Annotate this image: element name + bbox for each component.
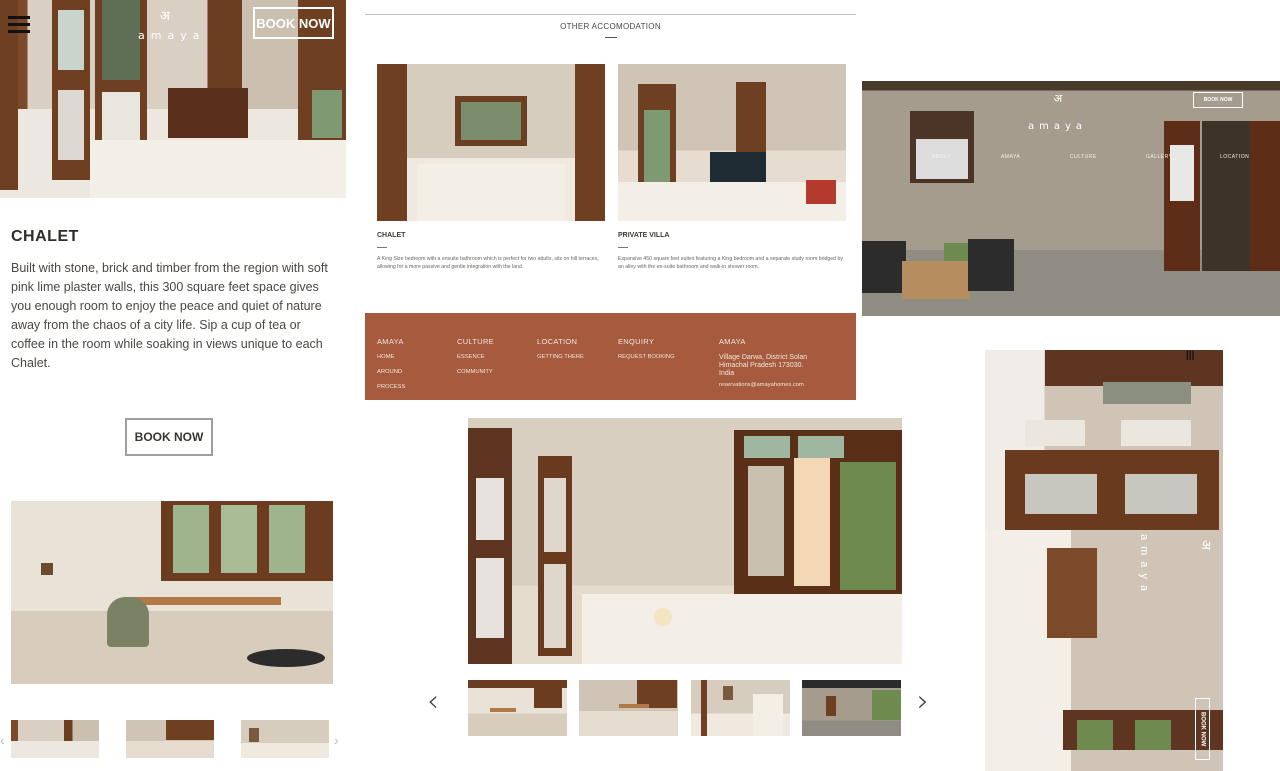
gallery-prev-icon[interactable]: ‹ xyxy=(427,684,439,719)
footer-link-community[interactable]: COMMUNITY xyxy=(457,369,494,375)
gallery-thumbnail-2[interactable] xyxy=(579,680,678,736)
nav-amaya[interactable]: AMAYA xyxy=(1001,154,1020,160)
chalet-mobile-panel: अ amaya BOOK NOW CHALET Built with stone… xyxy=(0,0,346,771)
chalet-card-title: CHALET xyxy=(377,232,406,239)
thumbnail-2[interactable] xyxy=(126,720,214,758)
footer-heading-culture: CULTURE xyxy=(457,337,494,346)
exterior-hero-panel: अ amaya BOOK NOW ABOUT AMAYA CULTURE GAL… xyxy=(862,81,1280,316)
thumbnail-next-icon[interactable]: › xyxy=(334,732,339,748)
book-now-top-button[interactable]: BOOK NOW xyxy=(253,7,334,39)
exterior-book-now-button[interactable]: BOOK NOW xyxy=(1193,92,1243,108)
section-divider xyxy=(365,14,856,15)
accommodation-heading: OTHER ACCOMODATION xyxy=(560,22,661,31)
footer-link-getting-there[interactable]: GETTING THERE xyxy=(537,354,584,360)
footer-heading-amaya: AMAYA xyxy=(377,337,404,346)
other-accommodation-panel: OTHER ACCOMODATION CHALET A King Size be… xyxy=(365,0,856,400)
thumbnail-prev-icon[interactable]: ‹ xyxy=(0,732,5,748)
chalet-title: CHALET xyxy=(11,228,79,245)
nav-gallery[interactable]: GALLERY xyxy=(1146,154,1172,160)
gallery-next-icon[interactable]: › xyxy=(917,684,929,719)
nav-about[interactable]: ABOUT xyxy=(932,154,952,160)
chalet-card-description: A King Size bedroom with a ensuite bathr… xyxy=(377,256,599,270)
logo-mark: अ xyxy=(160,9,170,24)
book-now-button[interactable]: BOOK NOW xyxy=(125,418,213,456)
vertical-logo-mark: अ xyxy=(1197,540,1213,550)
menu-icon[interactable] xyxy=(8,16,30,34)
vertical-logo-wordmark: amaya xyxy=(1138,534,1150,598)
logo-wordmark: amaya xyxy=(138,29,206,42)
chalet-card-photo[interactable] xyxy=(377,64,605,221)
card-dash xyxy=(618,247,628,248)
footer-link-process[interactable]: PROCESS xyxy=(377,384,405,390)
footer-link-request-booking[interactable]: REQUEST BOOKING xyxy=(618,354,675,360)
site-footer: AMAYA HOME AROUND PROCESS CULTURE ESSENC… xyxy=(365,313,856,400)
gallery-thumbnail-3[interactable] xyxy=(691,680,790,736)
footer-heading-contact: AMAYA xyxy=(719,337,746,346)
footer-heading-enquiry: ENQUIRY xyxy=(618,337,655,346)
heading-underline xyxy=(605,37,617,38)
exterior-logo-mark: अ xyxy=(1053,92,1063,105)
gallery-thumbnail-1[interactable] xyxy=(468,680,567,736)
thumbnail-1[interactable] xyxy=(11,720,99,758)
private-villa-card-description: Expansive 450 square feet suites featuri… xyxy=(618,256,843,270)
footer-heading-location: LOCATION xyxy=(537,337,578,346)
vertical-room-panel xyxy=(985,350,1223,771)
vertical-book-now-button[interactable]: BOOK NOW xyxy=(1195,698,1210,760)
footer-link-around[interactable]: AROUND xyxy=(377,369,405,375)
private-villa-card-title: PRIVATE VILLA xyxy=(618,232,670,239)
footer-email-link[interactable]: reservations@amayahomes.com xyxy=(719,382,811,388)
chalet-desk-photo xyxy=(11,501,333,684)
nav-culture[interactable]: CULTURE xyxy=(1070,154,1097,160)
thumbnail-3[interactable] xyxy=(241,720,329,758)
footer-address: Village Darwa, District Solan Himachal P… xyxy=(719,354,808,377)
nav-location[interactable]: LOCATION xyxy=(1220,154,1249,160)
footer-link-essence[interactable]: ESSENCE xyxy=(457,354,494,360)
card-dash xyxy=(377,247,387,248)
gallery-main-photo xyxy=(468,418,902,664)
gallery-thumbnail-4[interactable] xyxy=(802,680,901,736)
exterior-logo-wordmark: amaya xyxy=(1028,121,1088,132)
vertical-menu-icon[interactable]: ||| xyxy=(1186,350,1194,361)
chalet-description: Built with stone, brick and timber from … xyxy=(11,261,328,370)
private-villa-card-photo[interactable] xyxy=(618,64,846,221)
footer-link-home[interactable]: HOME xyxy=(377,354,405,360)
